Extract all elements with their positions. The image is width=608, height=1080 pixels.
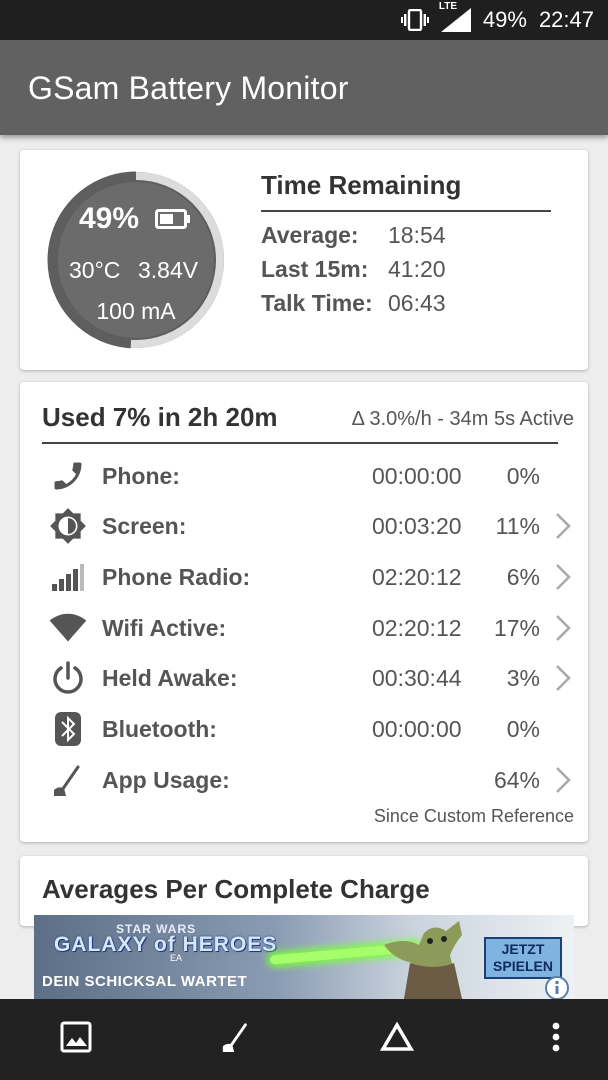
time-remaining-value: 41:20 [388,256,446,282]
ad-info-icon[interactable] [544,975,570,999]
usage-title: Used 7% in 2h 20m [42,402,278,432]
phone-icon [48,458,88,494]
ad-cta-line: JETZT [501,941,545,957]
time-remaining-value: 18:54 [388,222,446,248]
usage-percent: 17% [493,615,540,641]
app-bar: GSam Battery Monitor [0,40,608,135]
clock: 22:47 [538,7,594,32]
usage-label: App Usage: [102,767,230,793]
chevron-right-icon[interactable] [554,512,572,545]
time-remaining-label: Talk Time: [261,290,373,316]
delta-icon [379,1021,415,1057]
ad-brand-main: GALAXY of HEROES [54,933,278,956]
usage-label: Phone: [102,463,180,489]
usage-card: Used 7% in 2h 20m Δ 3.0%/h - 34m 5s Acti… [20,382,588,842]
battery-percent-status: 49% [482,7,527,32]
gauge-needle-icon [219,1021,253,1058]
signal-bars-icon [48,559,88,595]
usage-time: 00:00:00 [372,463,462,489]
bluetooth-icon [48,711,88,747]
time-remaining-row: Last 15m: 41:20 [261,256,446,283]
usage-time: 00:03:20 [372,513,462,539]
network-type-label: LTE [438,1,458,12]
usage-row-screen[interactable]: Screen: 00:03:20 11% [20,501,588,551]
usage-row-app-usage[interactable]: App Usage: 64% [20,755,588,805]
battery-percent: 49% [79,202,140,235]
chevron-right-icon[interactable] [554,766,572,799]
usage-percent: 0% [506,716,540,742]
battery-voltage: 3.84V [138,257,199,283]
usage-row-bluetooth: Bluetooth: 00:00:00 0% [20,704,588,754]
usage-label: Screen: [102,513,187,539]
battery-current: 100 mA [96,298,176,324]
usage-percent: 64% [493,767,540,793]
ad-banner[interactable]: STAR WARS GALAXY of HEROES EA DEIN SCHIC… [34,915,574,999]
usage-row-phone-radio[interactable]: Phone Radio: 02:20:12 6% [20,552,588,602]
time-remaining-row: Talk Time: 06:43 [261,290,446,317]
ad-cta-line: SPIELEN [493,958,553,974]
usage-row-phone: Phone: 00:00:00 0% [20,451,588,501]
time-remaining-title: Time Remaining [261,170,462,200]
battery-gauge: 49% 30°C 3.84V 100 mA [43,167,229,353]
usage-percent: 11% [495,513,540,539]
vibrate-icon [400,9,429,31]
image-button[interactable] [36,999,116,1080]
delta-button[interactable] [357,999,437,1080]
status-bar: LTE 49% 22:47 [0,0,608,40]
reference-note: Since Custom Reference [373,806,574,826]
wifi-icon [48,610,88,646]
chevron-right-icon[interactable] [554,563,572,596]
gauge-needle-icon [48,762,88,798]
chevron-right-icon[interactable] [554,614,572,647]
time-remaining-value: 06:43 [388,290,446,316]
usage-time: 02:20:12 [372,564,462,590]
signal-icon: LTE [439,1,471,32]
divider [42,442,558,444]
screen-brightness-icon [48,508,88,544]
ad-cta-button[interactable]: JETZT SPIELEN [484,937,562,979]
usage-time: 02:20:12 [372,615,462,641]
divider [261,210,551,212]
usage-rate: Δ 3.0%/h - 34m 5s Active [351,408,574,430]
time-remaining-row: Average: 18:54 [261,222,446,249]
battery-icon [155,209,191,234]
overflow-menu-icon [552,1022,560,1057]
ad-brand-ea: EA [170,953,183,963]
usage-percent: 3% [506,665,540,691]
bottom-nav [0,999,608,1080]
app-usage-button[interactable] [196,999,276,1080]
time-remaining-label: Last 15m: [261,256,369,282]
battery-temperature: 30°C [69,257,121,283]
battery-summary-card[interactable]: 49% 30°C 3.84V 100 mA Time Remaining Ave… [20,150,588,370]
yoda-image [364,915,494,999]
usage-time: 00:30:44 [372,665,462,691]
usage-label: Bluetooth: [102,716,217,742]
usage-percent: 6% [506,564,540,590]
ad-tagline: DEIN SCHICKSAL WARTET [42,973,248,990]
usage-label: Held Awake: [102,665,238,691]
time-remaining-label: Average: [261,222,359,248]
overflow-menu-button[interactable] [516,999,596,1080]
averages-title: Averages Per Complete Charge [42,874,430,904]
usage-percent: 0% [506,463,540,489]
power-icon [48,660,88,696]
usage-row-wifi[interactable]: Wifi Active: 02:20:12 17% [20,603,588,653]
app-title: GSam Battery Monitor [28,70,349,106]
usage-label: Phone Radio: [102,564,251,590]
usage-label: Wifi Active: [102,615,227,641]
usage-time: 00:00:00 [372,716,462,742]
chevron-right-icon[interactable] [554,664,572,697]
image-icon [60,1021,92,1058]
usage-row-held-awake[interactable]: Held Awake: 00:30:44 3% [20,653,588,703]
